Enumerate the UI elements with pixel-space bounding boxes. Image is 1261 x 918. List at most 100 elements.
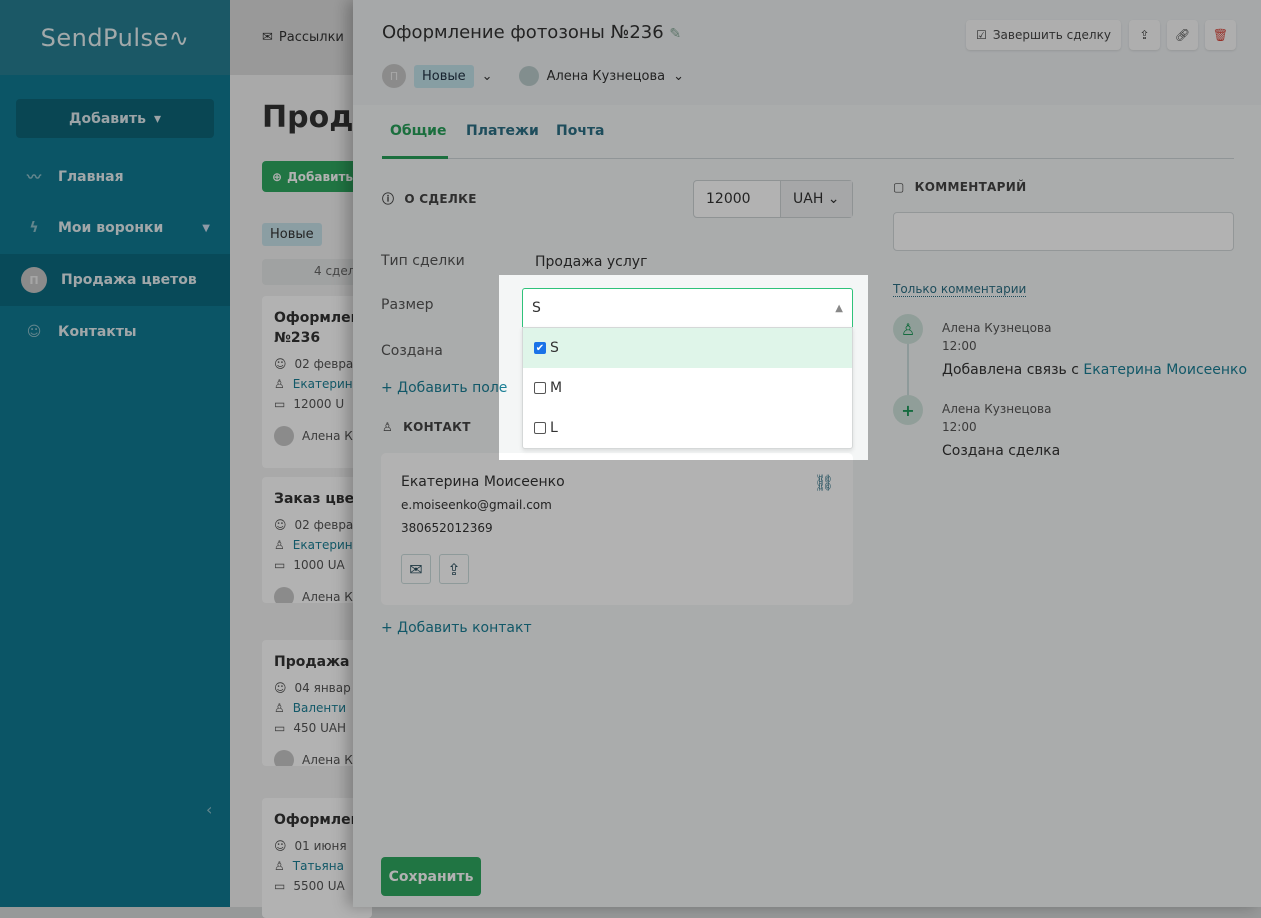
- complete-deal-button[interactable]: ☑ Завершить сделку: [966, 20, 1121, 50]
- timeline-event: Алена Кузнецова 12:00 Создана сделка: [942, 400, 1060, 460]
- card-owner: Алена К: [302, 590, 353, 603]
- add-label: Добавить: [69, 110, 146, 127]
- add-field-link[interactable]: + Добавить поле: [381, 380, 507, 396]
- stage-select[interactable]: Новые: [414, 64, 474, 88]
- size-option-l[interactable]: L: [523, 408, 852, 448]
- card-title: Оформлени: [274, 812, 371, 828]
- comments-only-filter[interactable]: Только комментарии: [893, 282, 1027, 297]
- about-section-header: ⓘ О СДЕЛКЕ: [382, 190, 477, 207]
- comment-icon: ☺: [274, 518, 287, 532]
- tab-general[interactable]: Общие: [390, 123, 446, 139]
- avatar: [274, 587, 294, 603]
- stage-label: Новые: [422, 68, 466, 84]
- comment-icon: ☺: [274, 681, 287, 695]
- sidebar-item-flower-sales[interactable]: П Продажа цветов: [0, 254, 230, 306]
- card-contact[interactable]: Екатерин: [293, 538, 353, 552]
- tab-mail[interactable]: Почта: [556, 123, 605, 139]
- add-deal-label: Добавить: [287, 169, 354, 184]
- email-contact-button[interactable]: ✉: [401, 554, 431, 584]
- amount-group: 12000 UAH ⌄: [693, 180, 853, 218]
- timeline-event: Алена Кузнецова 12:00 Добавлена связь с …: [942, 319, 1247, 379]
- checkbox[interactable]: [534, 382, 546, 394]
- comment-input[interactable]: [893, 212, 1234, 251]
- deal-meta: П Новые ⌄ Алена Кузнецова ⌄: [382, 64, 684, 88]
- card-owner: Алена К: [302, 753, 353, 766]
- top-nav: ✉ Рассылки: [230, 0, 360, 75]
- deal-title: Оформление фотозоны №236 ✎: [382, 22, 681, 43]
- card-contact[interactable]: Екатерин: [293, 377, 353, 391]
- field-label: Тип сделки: [381, 253, 465, 269]
- sidebar-item-contacts[interactable]: ☺ Контакты: [0, 306, 230, 358]
- event-time: 12:00: [942, 339, 977, 353]
- share-button[interactable]: ⇪: [1129, 20, 1160, 50]
- card-contact[interactable]: Валенти: [293, 701, 346, 715]
- caret-up-icon[interactable]: ▲: [835, 303, 843, 314]
- add-deal-button[interactable]: ⊕ Добавить: [262, 161, 362, 192]
- user-icon: ♙: [274, 701, 285, 715]
- deals-board: Прода ⊕ Добавить Новые 4 сдел Оформлени №…: [230, 75, 374, 918]
- timeline-line: [907, 340, 909, 400]
- save-button[interactable]: Сохранить: [381, 857, 481, 896]
- contacts-icon: ☺: [26, 324, 42, 340]
- mail-icon: ✉: [262, 30, 273, 45]
- size-select-field[interactable]: S ▲: [522, 288, 853, 327]
- field-label: Создана: [381, 343, 443, 359]
- chevron-down-icon[interactable]: ⌄: [673, 69, 684, 84]
- open-contact-button[interactable]: ⇪: [439, 554, 469, 584]
- owner-select[interactable]: Алена Кузнецова: [547, 69, 666, 84]
- avatar: [274, 426, 294, 446]
- nav-mailings[interactable]: Рассылки: [279, 30, 344, 45]
- event-contact-link[interactable]: Екатерина Моисеенко: [1083, 362, 1247, 378]
- currency-select[interactable]: UAH ⌄: [781, 181, 852, 217]
- size-option-s[interactable]: ✔ S: [523, 328, 852, 368]
- delete-button[interactable]: 🗑︎: [1205, 20, 1236, 50]
- chevron-down-icon[interactable]: ⌄: [482, 69, 493, 84]
- event-author: Алена Кузнецова: [942, 321, 1052, 335]
- unlink-icon[interactable]: ⛓: [814, 473, 834, 492]
- user-icon: ♙: [274, 538, 285, 552]
- mail-icon: ✉: [409, 559, 423, 579]
- card-title: Заказ цвет: [274, 491, 363, 507]
- link-button[interactable]: 🔗︎: [1167, 20, 1198, 50]
- size-multiselect[interactable]: S ▲ ✔ S M L: [522, 288, 853, 449]
- plus-icon: +: [893, 395, 923, 425]
- option-label: M: [550, 380, 563, 396]
- user-icon: ♙: [274, 377, 285, 391]
- contact-phone: 380652012369: [401, 521, 493, 535]
- contact-section-header: ♙ КОНТАКТ: [382, 420, 471, 434]
- chart-line-icon: 〰: [27, 170, 41, 186]
- contact-card: Екатерина Моисеенко e.moiseenko@gmail.co…: [381, 453, 853, 605]
- contact-name[interactable]: Екатерина Моисеенко: [401, 474, 565, 490]
- complete-label: Завершить сделку: [992, 28, 1111, 42]
- size-option-m[interactable]: M: [523, 368, 852, 408]
- sidebar-item-funnels[interactable]: ϟ Мои воронки ▼: [0, 202, 230, 254]
- collapse-chevron-icon[interactable]: ‹: [206, 800, 212, 819]
- about-label: О СДЕЛКЕ: [404, 191, 477, 206]
- add-button[interactable]: Добавить ▾: [16, 99, 214, 138]
- checkbox[interactable]: [534, 422, 546, 434]
- stage-badge: Новые: [262, 223, 322, 246]
- selected-value: S: [532, 300, 541, 316]
- option-label: S: [550, 340, 559, 356]
- comment-icon: ☺: [274, 357, 287, 371]
- checkbox-checked[interactable]: ✔: [534, 342, 546, 354]
- logo[interactable]: SendPulse ∿: [0, 0, 230, 75]
- event-author: Алена Кузнецова: [942, 402, 1052, 416]
- pencil-icon[interactable]: ✎: [669, 26, 681, 42]
- amount-input[interactable]: 12000: [694, 181, 781, 217]
- sidebar-item-home[interactable]: 〰 Главная: [0, 151, 230, 203]
- size-options: ✔ S M L: [522, 327, 853, 449]
- deal-header: [353, 0, 1261, 105]
- card-title: Продажа ц: [274, 654, 365, 670]
- sidebar: SendPulse ∿ Добавить ▾ 〰 Главная ϟ Мои ворон…: [0, 0, 230, 907]
- caret-down-icon: ▾: [153, 110, 161, 127]
- card-date: 02 февра: [294, 518, 354, 532]
- link-icon: 🔗︎: [1174, 28, 1191, 42]
- card-amount: 1000 UA: [293, 558, 345, 572]
- card-date: 02 февра: [294, 357, 354, 371]
- add-contact-link[interactable]: + Добавить контакт: [381, 620, 532, 636]
- checkbox-icon: ☑: [976, 28, 987, 42]
- tab-payments[interactable]: Платежи: [466, 123, 539, 139]
- card-contact[interactable]: Татьяна: [293, 859, 344, 873]
- comment-label: КОММЕНТАРИЙ: [914, 180, 1027, 194]
